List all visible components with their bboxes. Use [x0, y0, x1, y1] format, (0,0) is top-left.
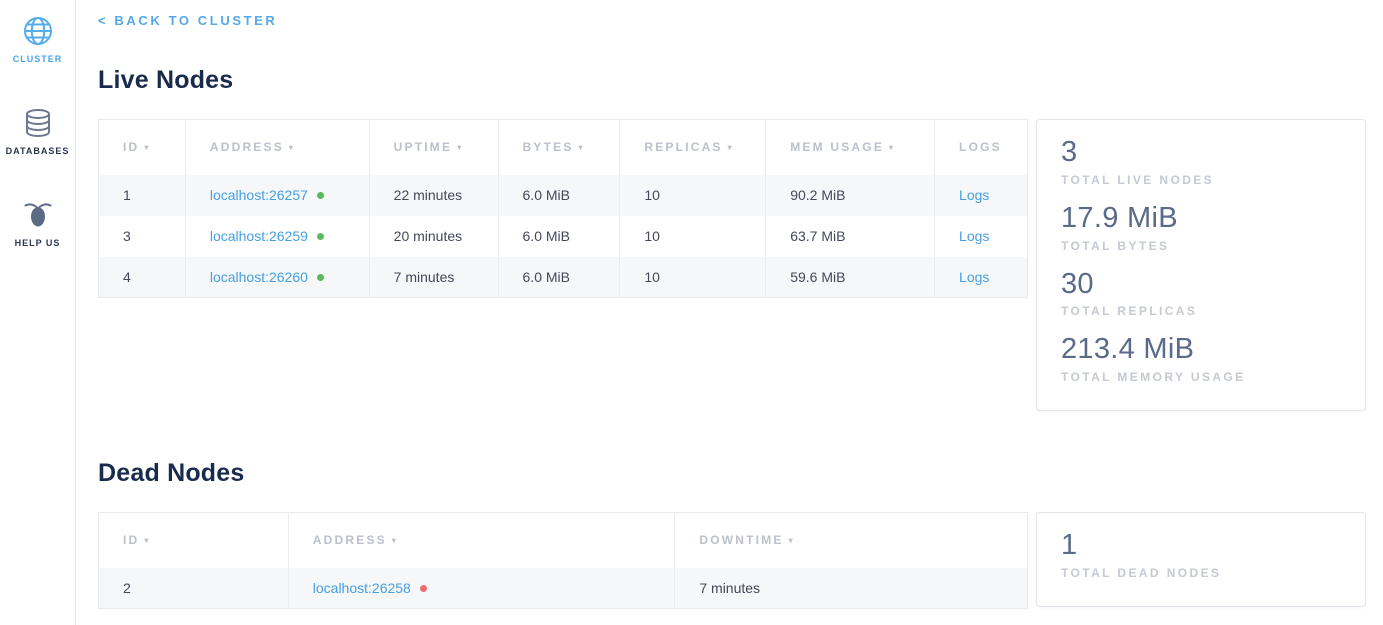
sidebar-item-label: DATABASES	[6, 146, 70, 156]
live-col-header-uptime[interactable]: UPTIME▾	[369, 120, 498, 175]
live-table-header-row: ID▾ ADDRESS▾ UPTIME▾ BYTES▾ REPLICAS▾ ME…	[99, 120, 1028, 175]
live-nodes-table: ID▾ ADDRESS▾ UPTIME▾ BYTES▾ REPLICAS▾ ME…	[98, 119, 1028, 298]
node-id-cell: 4	[99, 257, 186, 298]
node-id-cell: 3	[99, 216, 186, 257]
stat-label: TOTAL REPLICAS	[1061, 304, 1341, 318]
node-address-link[interactable]: localhost:26260	[210, 269, 308, 285]
sort-arrow-icon: ▾	[789, 536, 795, 545]
dead-col-header-address[interactable]: ADDRESS▾	[288, 513, 675, 568]
live-col-header-id[interactable]: ID▾	[99, 120, 186, 175]
node-address-cell: localhost:26258	[288, 568, 675, 609]
stat-value: 30	[1061, 267, 1341, 302]
sort-arrow-icon: ▾	[144, 143, 150, 152]
stat-value: 213.4 MiB	[1061, 332, 1341, 367]
node-bytes-cell: 6.0 MiB	[498, 175, 620, 216]
live-status-dot-icon	[317, 192, 324, 199]
node-mem-usage-cell: 63.7 MiB	[766, 216, 935, 257]
node-bytes-cell: 6.0 MiB	[498, 216, 620, 257]
sort-arrow-icon: ▾	[579, 143, 585, 152]
live-col-header-bytes[interactable]: BYTES▾	[498, 120, 620, 175]
sidebar-item-cluster[interactable]: CLUSTER	[0, 15, 75, 64]
live-nodes-summary-panel: 3 TOTAL LIVE NODES 17.9 MiB TOTAL BYTES …	[1036, 119, 1366, 411]
node-mem-usage-cell: 59.6 MiB	[766, 257, 935, 298]
dead-nodes-section: ID▾ ADDRESS▾ DOWNTIME▾ 2 localhost:26258…	[98, 512, 1383, 609]
live-status-dot-icon	[317, 233, 324, 240]
sort-arrow-icon: ▾	[457, 143, 463, 152]
sort-arrow-icon: ▾	[889, 143, 895, 152]
node-address-cell: localhost:26257	[185, 175, 369, 216]
stat-value: 3	[1061, 135, 1341, 170]
live-col-header-logs: LOGS	[935, 120, 1028, 175]
dead-nodes-title: Dead Nodes	[98, 459, 1383, 488]
node-logs-cell: Logs	[935, 257, 1028, 298]
stat-value: 1	[1061, 528, 1341, 563]
sort-arrow-icon: ▾	[728, 143, 734, 152]
sort-arrow-icon: ▾	[289, 143, 295, 152]
node-logs-cell: Logs	[935, 216, 1028, 257]
stat-label: TOTAL MEMORY USAGE	[1061, 370, 1341, 384]
logs-link[interactable]: Logs	[959, 228, 989, 244]
globe-icon	[22, 15, 54, 47]
table-row: 1 localhost:26257 22 minutes 6.0 MiB 10 …	[99, 175, 1028, 216]
node-downtime-cell: 7 minutes	[675, 568, 1028, 609]
live-status-dot-icon	[317, 274, 324, 281]
main-content: < BACK TO CLUSTER Live Nodes ID▾ ADDRESS…	[76, 0, 1383, 625]
table-row: 4 localhost:26260 7 minutes 6.0 MiB 10 5…	[99, 257, 1028, 298]
stat-total-dead-nodes: 1 TOTAL DEAD NODES	[1061, 528, 1341, 580]
stat-total-replicas: 30 TOTAL REPLICAS	[1061, 267, 1341, 319]
dead-status-dot-icon	[420, 585, 427, 592]
stat-label: TOTAL DEAD NODES	[1061, 566, 1341, 580]
dead-nodes-summary-panel: 1 TOTAL DEAD NODES	[1036, 512, 1366, 607]
node-logs-cell: Logs	[935, 175, 1028, 216]
stat-total-live-nodes: 3 TOTAL LIVE NODES	[1061, 135, 1341, 187]
sidebar: CLUSTER DATABASES HELP US	[0, 0, 76, 625]
back-to-cluster-link[interactable]: < BACK TO CLUSTER	[98, 13, 277, 28]
node-id-cell: 2	[99, 568, 289, 609]
logs-link[interactable]: Logs	[959, 269, 989, 285]
node-address-link[interactable]: localhost:26259	[210, 228, 308, 244]
sidebar-item-databases[interactable]: DATABASES	[0, 107, 75, 156]
node-address-cell: localhost:26260	[185, 257, 369, 298]
node-address-cell: localhost:26259	[185, 216, 369, 257]
live-nodes-title: Live Nodes	[98, 66, 1383, 95]
node-address-link[interactable]: localhost:26258	[313, 580, 411, 596]
dead-col-header-downtime[interactable]: DOWNTIME▾	[675, 513, 1028, 568]
node-replicas-cell: 10	[620, 257, 766, 298]
live-col-header-mem-usage[interactable]: MEM USAGE▾	[766, 120, 935, 175]
logs-link[interactable]: Logs	[959, 187, 989, 203]
node-replicas-cell: 10	[620, 216, 766, 257]
sidebar-item-help-us[interactable]: HELP US	[0, 199, 75, 248]
database-icon	[24, 107, 52, 139]
node-uptime-cell: 20 minutes	[369, 216, 498, 257]
live-col-header-address[interactable]: ADDRESS▾	[185, 120, 369, 175]
stat-value: 17.9 MiB	[1061, 201, 1341, 236]
stat-total-memory-usage: 213.4 MiB TOTAL MEMORY USAGE	[1061, 332, 1341, 384]
live-nodes-section: ID▾ ADDRESS▾ UPTIME▾ BYTES▾ REPLICAS▾ ME…	[98, 119, 1383, 411]
dead-nodes-table: ID▾ ADDRESS▾ DOWNTIME▾ 2 localhost:26258…	[98, 512, 1028, 609]
node-bytes-cell: 6.0 MiB	[498, 257, 620, 298]
stat-label: TOTAL BYTES	[1061, 239, 1341, 253]
table-row: 3 localhost:26259 20 minutes 6.0 MiB 10 …	[99, 216, 1028, 257]
sidebar-item-label: HELP US	[15, 238, 61, 248]
dead-table-header-row: ID▾ ADDRESS▾ DOWNTIME▾	[99, 513, 1028, 568]
node-uptime-cell: 7 minutes	[369, 257, 498, 298]
node-replicas-cell: 10	[620, 175, 766, 216]
bug-icon	[21, 199, 55, 231]
node-uptime-cell: 22 minutes	[369, 175, 498, 216]
stat-label: TOTAL LIVE NODES	[1061, 173, 1341, 187]
sort-arrow-icon: ▾	[144, 536, 150, 545]
node-id-cell: 1	[99, 175, 186, 216]
stat-total-bytes: 17.9 MiB TOTAL BYTES	[1061, 201, 1341, 253]
live-col-header-replicas[interactable]: REPLICAS▾	[620, 120, 766, 175]
dead-col-header-id[interactable]: ID▾	[99, 513, 289, 568]
node-mem-usage-cell: 90.2 MiB	[766, 175, 935, 216]
sidebar-item-label: CLUSTER	[13, 54, 63, 64]
table-row: 2 localhost:26258 7 minutes	[99, 568, 1028, 609]
sort-arrow-icon: ▾	[392, 536, 398, 545]
node-address-link[interactable]: localhost:26257	[210, 187, 308, 203]
